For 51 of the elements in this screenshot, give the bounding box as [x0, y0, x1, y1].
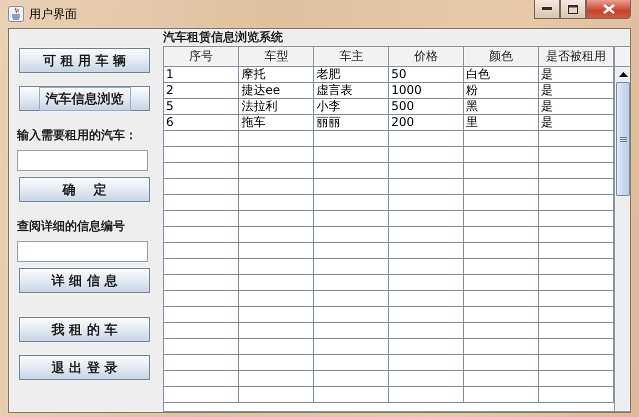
sidebar-button[interactable]: 可 租 用 车 辆 — [19, 48, 150, 73]
table-cell: 1000 — [388, 82, 464, 98]
table-cell: 是 — [538, 82, 614, 98]
table-cell: 拖车 — [238, 114, 314, 130]
table-cell: 是 — [538, 114, 614, 130]
table-cell: 粉 — [464, 82, 539, 98]
table-cell: 50 — [388, 66, 464, 82]
table-cell: 1 — [164, 66, 239, 82]
table-cell: 捷达ee — [238, 82, 314, 98]
close-icon — [602, 4, 614, 14]
column-header[interactable]: 价格 — [388, 47, 464, 66]
minimize-button[interactable] — [534, 0, 560, 19]
table-cell: 是 — [538, 98, 614, 114]
sidebar-button[interactable]: 我 租 的 车 — [19, 317, 150, 342]
table-cell: 2 — [164, 82, 239, 98]
up-arrow-icon — [618, 72, 628, 77]
table-cell: 里 — [464, 114, 539, 130]
sidebar-button[interactable]: 详 细 信 息 — [19, 268, 150, 293]
table-cell: 丽丽 — [314, 114, 389, 130]
table-cell: 6 — [164, 114, 239, 130]
coffee-cup-icon — [8, 6, 24, 22]
maximize-icon — [568, 4, 578, 14]
column-header[interactable]: 车型 — [238, 47, 314, 66]
table-cell: 黑 — [464, 98, 539, 114]
minimize-icon — [542, 7, 552, 11]
table-cell: 200 — [388, 114, 464, 130]
table-cell: 500 — [388, 98, 464, 114]
window-title: 用户界面 — [29, 6, 77, 22]
table-cell: 5 — [164, 98, 239, 114]
maximize-button[interactable] — [560, 0, 586, 19]
input-field[interactable] — [17, 241, 148, 262]
table-cell: 白色 — [464, 66, 539, 82]
confirm-button[interactable]: 确 定 — [19, 177, 150, 202]
table-cell: 老肥 — [314, 66, 389, 82]
input-field[interactable] — [17, 150, 148, 171]
grip-icon — [620, 136, 626, 142]
table-cell: 摩托 — [238, 66, 314, 82]
field-label: 查阅详细的信息编号 — [17, 218, 125, 235]
table-cell: 虚言表 — [314, 82, 389, 98]
table-cell: 小李 — [314, 98, 389, 114]
column-header[interactable]: 是否被租用 — [538, 47, 614, 66]
field-label: 输入需要租用的汽车： — [17, 127, 137, 144]
table-title: 汽车租赁信息浏览系统 — [163, 29, 284, 46]
column-header[interactable]: 序号 — [164, 47, 239, 66]
sidebar-button[interactable]: 汽车信息浏览 — [19, 86, 150, 111]
sidebar-button[interactable]: 退 出 登 录 — [19, 355, 150, 380]
close-button[interactable] — [586, 0, 631, 19]
column-header[interactable]: 颜色 — [464, 47, 539, 66]
table-cell: 是 — [538, 66, 614, 82]
table-cell: 法拉利 — [238, 98, 314, 114]
column-header[interactable]: 车主 — [314, 47, 389, 66]
